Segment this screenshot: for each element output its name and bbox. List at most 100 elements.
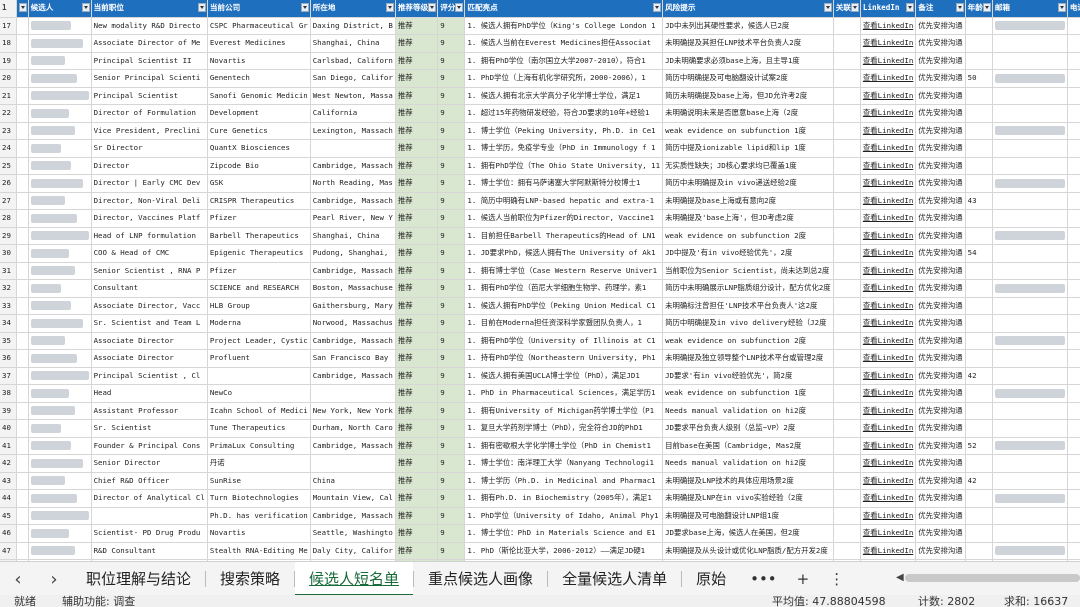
- filter-dropdown-icon[interactable]: [18, 3, 27, 12]
- title-cell[interactable]: Sr. Scientist and Team L: [91, 314, 208, 333]
- recommendation-cell[interactable]: 推荐: [395, 174, 439, 193]
- row-number[interactable]: 28: [0, 209, 17, 228]
- phone-cell[interactable]: [1067, 227, 1080, 245]
- sheet-tab[interactable]: 候选人短名单: [295, 562, 414, 596]
- recommendation-cell[interactable]: 推荐: [395, 87, 439, 105]
- score-cell[interactable]: 9: [437, 542, 466, 560]
- relation-cell[interactable]: [833, 367, 861, 385]
- age-cell[interactable]: [965, 262, 993, 280]
- location-cell[interactable]: Seattle, Washingto: [310, 524, 396, 543]
- risk-cell[interactable]: 未明确提及'base上海'，但JD考虑2度: [662, 209, 834, 228]
- candidate-name-cell[interactable]: [28, 17, 92, 35]
- phone-cell[interactable]: [1067, 139, 1080, 158]
- email-cell[interactable]: [992, 104, 1068, 123]
- linkedin-link[interactable]: 查看LinkedIn: [860, 542, 917, 560]
- cell-blank[interactable]: [16, 349, 29, 368]
- cell-blank[interactable]: [16, 332, 29, 350]
- match-highlights-cell[interactable]: 1. 拥有博士学位（Case Western Reserve Univer1: [464, 262, 664, 280]
- row-number[interactable]: 38: [0, 384, 17, 403]
- location-cell[interactable]: Norwood, Massachus: [310, 314, 396, 333]
- match-highlights-cell[interactable]: 1. 候选人拥有PhD学位（Peking Union Medical C1: [464, 297, 664, 315]
- email-cell[interactable]: [992, 419, 1068, 438]
- note-cell[interactable]: 优先安排沟通: [915, 69, 966, 88]
- email-cell[interactable]: [992, 297, 1068, 315]
- company-cell[interactable]: Project Leader, Cystic: [207, 332, 311, 350]
- company-cell[interactable]: Pfizer: [207, 262, 311, 280]
- risk-cell[interactable]: 未明确说明未来是否愿意base上海（2度: [662, 104, 834, 123]
- recommendation-cell[interactable]: 推荐: [395, 472, 439, 490]
- linkedin-link[interactable]: 查看LinkedIn: [860, 489, 917, 508]
- location-cell[interactable]: [310, 454, 396, 473]
- phone-cell[interactable]: [1067, 314, 1080, 333]
- phone-cell[interactable]: [1067, 104, 1080, 123]
- phone-cell[interactable]: [1067, 437, 1080, 455]
- title-cell[interactable]: Associate Director: [91, 332, 208, 350]
- risk-cell[interactable]: 无实质性缺失；JD核心要求均已覆盖1度: [662, 157, 834, 175]
- email-cell[interactable]: [992, 262, 1068, 280]
- linkedin-link[interactable]: 查看LinkedIn: [860, 34, 917, 53]
- phone-cell[interactable]: [1067, 419, 1080, 438]
- match-highlights-cell[interactable]: 1. 拥有University of Michigan药学博士学位（P1: [464, 402, 664, 420]
- company-cell[interactable]: SCIENCE and RESEARCH: [207, 279, 311, 298]
- email-cell[interactable]: [992, 122, 1068, 140]
- candidate-name-cell[interactable]: [28, 332, 92, 350]
- risk-cell[interactable]: weak evidence on subfunction 1度: [662, 384, 834, 403]
- title-cell[interactable]: Senior Principal Scienti: [91, 69, 208, 88]
- match-highlights-cell[interactable]: 1. 拥有PhD学位（The Ohio State University, 11: [464, 157, 664, 175]
- row-number[interactable]: 42: [0, 454, 17, 473]
- recommendation-cell[interactable]: 推荐: [395, 384, 439, 403]
- row-number[interactable]: 31: [0, 262, 17, 280]
- relation-cell[interactable]: [833, 227, 861, 245]
- email-cell[interactable]: [992, 139, 1068, 158]
- column-header[interactable]: 当前公司: [207, 0, 311, 18]
- score-cell[interactable]: 9: [437, 314, 466, 333]
- email-cell[interactable]: [992, 454, 1068, 473]
- company-cell[interactable]: NewCo: [207, 384, 311, 403]
- match-highlights-cell[interactable]: 1. 拥有PhD学位（University of Illinois at C1: [464, 332, 664, 350]
- score-cell[interactable]: 9: [437, 402, 466, 420]
- column-header[interactable]: LinkedIn: [860, 0, 917, 18]
- title-cell[interactable]: Vice President, Preclini: [91, 122, 208, 140]
- email-cell[interactable]: [992, 367, 1068, 385]
- risk-cell[interactable]: 未明确提及其担任LNP技术平台负责人2度: [662, 34, 834, 53]
- linkedin-link[interactable]: 查看LinkedIn: [860, 17, 917, 35]
- note-cell[interactable]: 优先安排沟通: [915, 419, 966, 438]
- company-cell[interactable]: CRISPR Therapeutics: [207, 192, 311, 210]
- risk-cell[interactable]: 未明确提及可电脑翻设计LNP组1度: [662, 507, 834, 525]
- relation-cell[interactable]: [833, 314, 861, 333]
- company-cell[interactable]: Stealth RNA-Editing Me: [207, 542, 311, 560]
- location-cell[interactable]: Cambridge, Massach: [310, 157, 396, 175]
- title-cell[interactable]: Scientist- PD Drug Produ: [91, 524, 208, 543]
- row-number[interactable]: 24: [0, 139, 17, 158]
- cell-blank[interactable]: [16, 17, 29, 35]
- row-number[interactable]: 1: [0, 0, 17, 18]
- match-highlights-cell[interactable]: 1. 持有PhD学位（Northeastern University, Ph1: [464, 349, 664, 368]
- risk-cell[interactable]: 目前base在美国（Cambridge, Mas2度: [662, 437, 834, 455]
- phone-cell[interactable]: [1067, 454, 1080, 473]
- filter-dropdown-icon[interactable]: [385, 3, 394, 12]
- linkedin-link[interactable]: 查看LinkedIn: [860, 332, 917, 350]
- age-cell[interactable]: [965, 384, 993, 403]
- linkedin-link[interactable]: 查看LinkedIn: [860, 157, 917, 175]
- relation-cell[interactable]: [833, 87, 861, 105]
- note-cell[interactable]: 优先安排沟通: [915, 52, 966, 70]
- column-header[interactable]: 年龄: [965, 0, 993, 18]
- column-header[interactable]: 风险提示: [662, 0, 834, 18]
- phone-cell[interactable]: [1067, 69, 1080, 88]
- email-cell[interactable]: [992, 87, 1068, 105]
- phone-cell[interactable]: [1067, 34, 1080, 53]
- linkedin-link[interactable]: 查看LinkedIn: [860, 87, 917, 105]
- horizontal-scrollbar[interactable]: [905, 574, 1080, 582]
- location-cell[interactable]: Lexington, Massach: [310, 122, 396, 140]
- age-cell[interactable]: [965, 314, 993, 333]
- age-cell[interactable]: [965, 297, 993, 315]
- cell-blank[interactable]: [16, 244, 29, 263]
- phone-cell[interactable]: [1067, 349, 1080, 368]
- recommendation-cell[interactable]: 推荐: [395, 437, 439, 455]
- match-highlights-cell[interactable]: 1. 博士学位：南洋理工大学（Nanyang Technologi1: [464, 454, 664, 473]
- cell-blank[interactable]: [16, 542, 29, 560]
- age-cell[interactable]: 50: [965, 69, 993, 88]
- location-cell[interactable]: San Francisco Bay: [310, 349, 396, 368]
- company-cell[interactable]: CSPC Pharmaceutical Gr: [207, 17, 311, 35]
- relation-cell[interactable]: [833, 17, 861, 35]
